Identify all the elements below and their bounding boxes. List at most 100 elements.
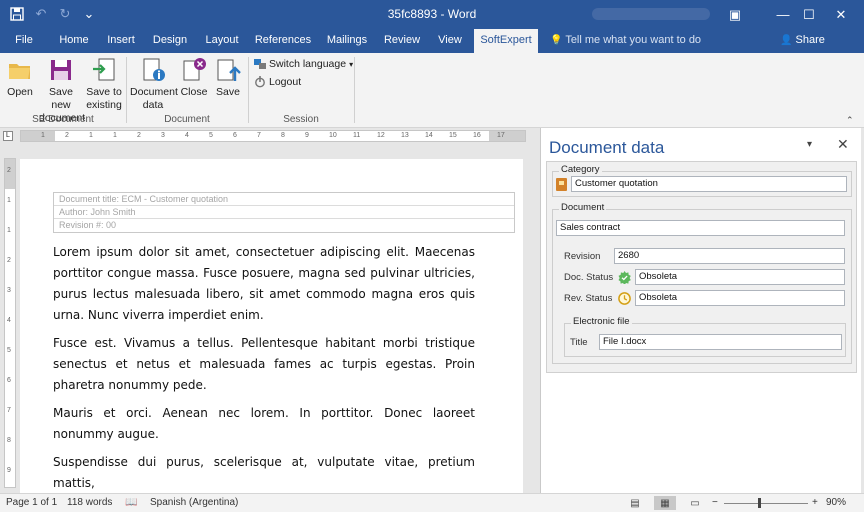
read-mode-icon[interactable]: ▤ [624,496,646,510]
doc-status-field[interactable]: Obsoleta [635,269,845,285]
ruler-margin-right [489,131,525,141]
tell-me-placeholder: Tell me what you want to do [565,34,702,46]
collapse-ribbon-icon[interactable]: ⌃ [846,115,854,126]
document-group: Document Sales contract Revision 2680 Do… [552,202,852,364]
floppy-disk-icon [51,60,71,80]
share-label: Share [795,34,825,46]
switch-language-label: Switch language [269,58,347,70]
document-upload-icon [217,59,241,81]
rev-status-field[interactable]: Obsoleta [635,290,845,306]
tab-softexpert[interactable]: SoftExpert [474,29,538,53]
ruler-tick-label: 8 [281,132,285,139]
vertical-ruler-tick-label: 4 [7,317,11,324]
open-label: Open [7,86,33,98]
status-badge-icon [618,271,631,284]
electronic-file-legend: Electronic file [571,316,632,327]
power-icon [255,76,265,88]
zoom-in-button[interactable]: + [812,497,818,508]
ruler-tick-label: 14 [425,132,433,139]
share-button[interactable]: 👤 Share [780,29,825,53]
zoom-slider-thumb[interactable] [758,498,761,508]
lightbulb-icon: 💡 [550,35,563,46]
tab-layout[interactable]: Layout [200,29,244,53]
tab-references[interactable]: References [254,29,312,53]
vertical-ruler-tick-label: 6 [7,377,11,384]
zoom-out-button[interactable]: − [712,497,718,508]
tab-mailings[interactable]: Mailings [322,29,372,53]
document-type-field[interactable]: Sales contract [556,220,845,236]
save-to-existing-icon [93,58,115,81]
document-data-label-1: Document [130,86,178,98]
folder-icon [9,64,30,79]
print-layout-icon[interactable]: ▦ [654,496,676,510]
logout-label: Logout [269,76,302,88]
paragraph: Mauris et orci. Aenean nec lorem. In por… [53,406,475,441]
paragraph: Lorem ipsum dolor sit amet, consectetuer… [53,245,475,322]
ruler-tick-label: 16 [473,132,481,139]
electronic-file-title-field[interactable]: File I.docx [599,334,842,350]
open-button[interactable]: Open [5,57,35,99]
tab-insert[interactable]: Insert [102,29,140,53]
tab-file[interactable]: File [6,29,42,53]
ruler-margin-top [5,159,15,189]
ruler-tick-label: 15 [449,132,457,139]
horizontal-ruler[interactable]: 1 2 1 1 2 3 4 5 6 7 8 9 10 11 12 13 14 15 16 17 [20,130,526,142]
proofing-icon[interactable]: 📖 [125,497,137,508]
tab-home[interactable]: Home [54,29,94,53]
pane-content: Category Customer quotation Document Sal… [546,161,857,373]
zoom-slider[interactable] [724,503,808,504]
ruler-tick-label: 4 [185,132,189,139]
switch-language-button[interactable]: Switch language ▾ [254,58,353,70]
group-label-document: Document [164,114,210,125]
language-indicator[interactable]: Spanish (Argentina) [150,497,238,508]
vertical-ruler-tick-label: 7 [7,407,11,414]
pane-close-icon[interactable]: ✕ [837,136,849,153]
document-data-label-2: data [142,99,164,111]
ruler-tick-label: 5 [209,132,213,139]
title-label: Title [570,337,588,348]
web-layout-icon[interactable]: ▭ [684,496,706,510]
vertical-ruler-tick-label: 5 [7,347,11,354]
save-existing-label-2: existing [86,99,122,111]
vertical-ruler-tick-label: 2 [7,167,11,174]
word-count[interactable]: 118 words [67,497,112,508]
tab-design[interactable]: Design [150,29,190,53]
pane-title: Document data [549,138,665,157]
document-page[interactable]: Document title: ECM - Customer quotation… [20,159,523,493]
title-bar: ↶ ↻ ⌄ 35fc8893 - Word ▣ — ☐ ✕ [0,0,864,29]
logout-button[interactable]: Logout [254,76,301,88]
zoom-level[interactable]: 90% [826,497,846,508]
tab-review[interactable]: Review [382,29,422,53]
revision-field[interactable]: 2680 [614,248,845,264]
category-group: Category Customer quotation [552,164,852,197]
ribbon-display-options-icon[interactable]: ▣ [712,0,758,29]
pane-options-icon[interactable]: ▾ [807,139,812,150]
category-field[interactable]: Customer quotation [571,176,847,192]
close-document-button[interactable]: Close [180,57,208,99]
group-label-se-document: SE Document [32,114,94,125]
electronic-file-group: Electronic file Title File I.docx [564,316,846,357]
ruler-tick-label: 10 [329,132,337,139]
ruler-tick-label: 7 [257,132,261,139]
document-canvas: L 1 2 1 1 2 3 4 5 6 7 8 9 10 11 12 13 14 15 16 17 211234567… [0,128,536,493]
vertical-ruler-tick-label: 1 [7,197,11,204]
document-close-icon [183,58,206,81]
chevron-down-icon: ▾ [349,59,354,69]
close-window-button[interactable]: ✕ [818,0,864,29]
metadata-author: Author: John Smith [54,206,514,219]
tell-me-search[interactable]: 💡 Tell me what you want to do [550,29,701,53]
document-data-button[interactable]: Document data [130,57,178,112]
page-count[interactable]: Page 1 of 1 [6,497,57,508]
ruler-tick-label: 1 [89,132,93,139]
account-name[interactable] [592,8,710,20]
save-new-label-1: Save new [49,86,73,111]
document-metadata-table: Document title: ECM - Customer quotation… [53,192,515,233]
vertical-ruler[interactable]: 2 1 1 2 3 4 5 6 7 8 9 [4,158,16,488]
save-document-button[interactable]: Save [214,57,242,99]
clock-icon [618,292,631,305]
tab-selector[interactable]: L [3,131,13,141]
document-body[interactable]: Lorem ipsum dolor sit amet, consectetuer… [53,242,475,493]
tab-view[interactable]: View [432,29,468,53]
ruler-tick-label: 2 [65,132,69,139]
save-to-existing-button[interactable]: Save to existing [86,57,122,112]
